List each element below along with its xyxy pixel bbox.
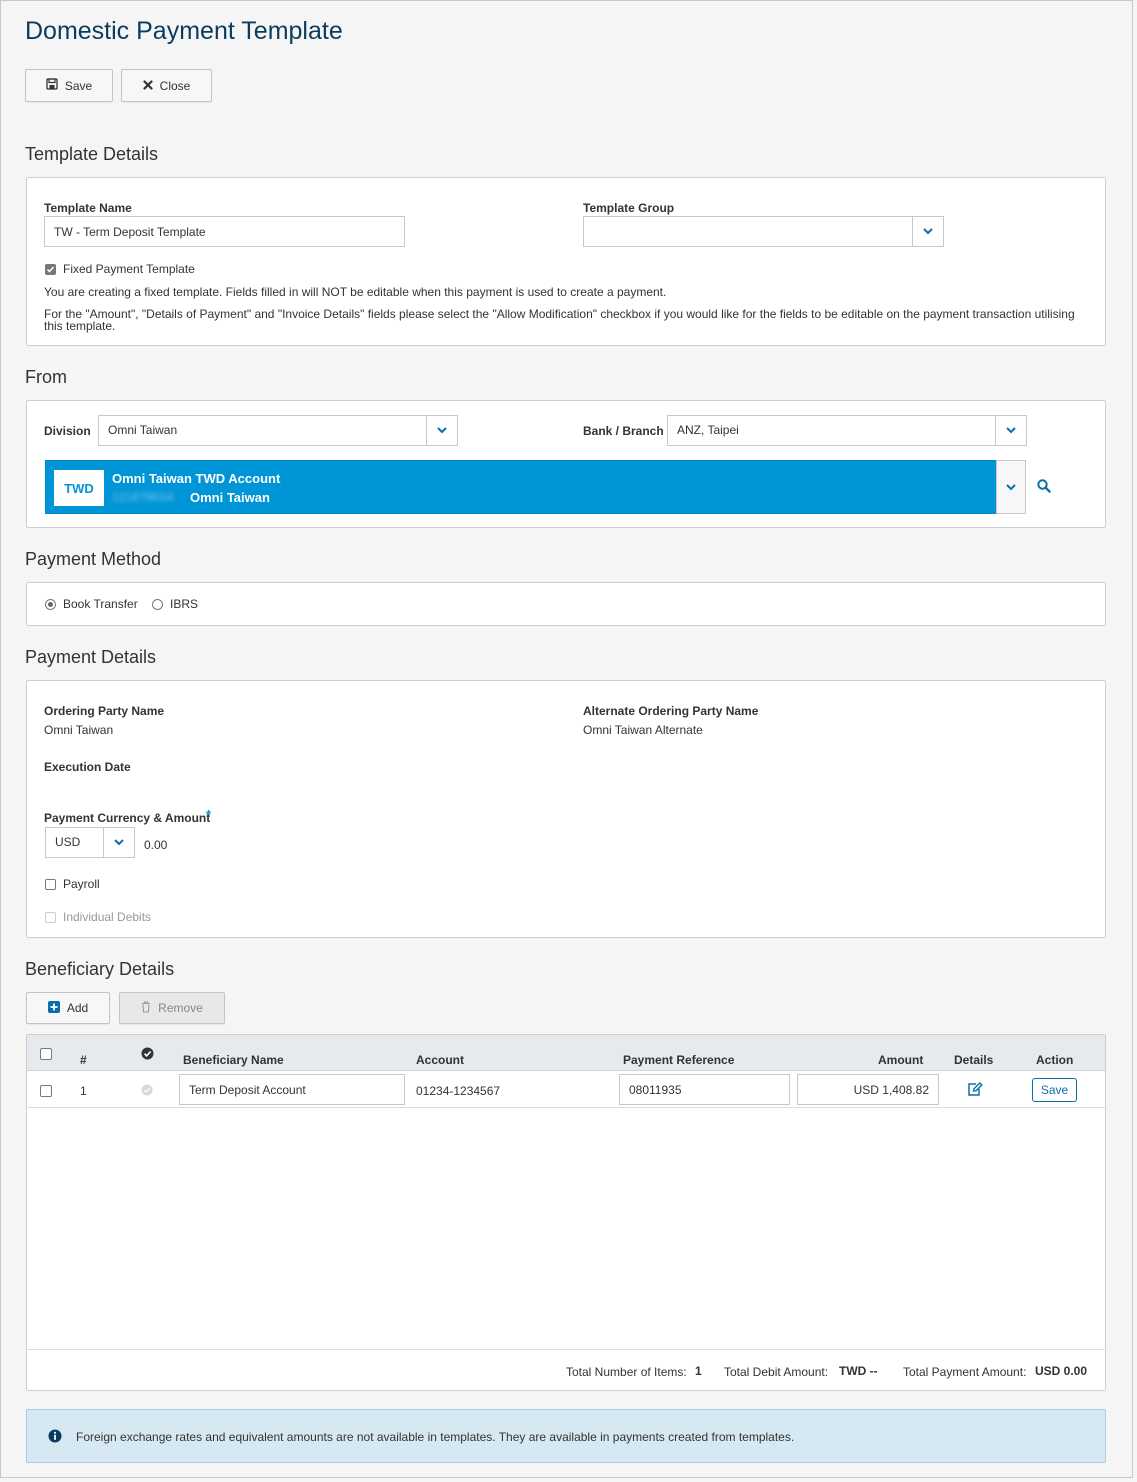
payment-reference-input[interactable]: 08011935 [619,1074,790,1105]
footer-divider [27,1349,1105,1350]
page-title: Domestic Payment Template [25,17,343,45]
individual-debits-checkbox[interactable] [45,912,56,923]
beneficiary-details-heading: Beneficiary Details [25,959,175,979]
search-icon[interactable] [1037,479,1051,496]
col-payment-reference: Payment Reference [623,1053,735,1067]
chevron-down-icon[interactable] [426,416,457,445]
info-text: Foreign exchange rates and equivalent am… [76,1430,795,1444]
required-marker: * [206,807,212,822]
total-items-label: Total Number of Items: [566,1365,687,1379]
close-button[interactable]: Close [121,69,212,102]
execution-date-label: Execution Date [44,760,131,774]
account-name: Omni Taiwan TWD Account [112,471,281,486]
modification-note: For the "Amount", "Details of Payment" a… [44,307,1075,333]
payment-details-heading: Payment Details [25,647,157,667]
remove-label: Remove [158,1001,203,1015]
check-circle-icon [141,1047,154,1063]
trash-icon [141,1000,151,1016]
fixed-template-note: You are creating a fixed template. Field… [44,285,667,299]
bank-branch-label: Bank / Branch [583,424,664,438]
book-transfer-radio[interactable] [45,599,56,610]
template-name-input[interactable]: TW - Term Deposit Template [44,216,405,247]
alt-ordering-party-value: Omni Taiwan Alternate [583,723,703,737]
select-all-checkbox[interactable] [40,1048,52,1060]
individual-debits-label: Individual Debits [63,910,152,924]
row-save-button[interactable]: Save [1032,1078,1077,1102]
check-circle-icon [141,1084,153,1099]
book-transfer-label: Book Transfer [63,597,138,611]
template-group-label: Template Group [583,201,675,215]
from-heading: From [25,367,67,387]
row-divider [27,1107,1105,1108]
edit-icon[interactable] [967,1082,983,1099]
bank-branch-select[interactable]: ANZ, Taipei [667,415,1027,446]
col-details: Details [954,1053,994,1067]
total-items-value: 1 [695,1364,702,1378]
chevron-down-icon[interactable] [912,217,943,246]
row-account: 01234-1234567 [416,1084,501,1098]
row-num: 1 [80,1084,87,1098]
save-button[interactable]: Save [25,69,113,102]
account-selector[interactable]: TWD Omni Taiwan TWD Account 1218796S4 Om… [45,460,1026,514]
account-currency-badge: TWD [54,470,104,506]
division-value: Omni Taiwan [108,423,178,437]
currency-amount-label: Payment Currency & Amount [44,811,211,825]
chevron-down-icon[interactable] [103,828,134,857]
add-label: Add [66,1001,89,1015]
page-frame: Domestic Payment Template Save Close Tem… [0,0,1133,1478]
currency-value: USD [55,835,81,849]
payment-details-panel [26,680,1106,938]
close-label: Close [159,78,191,93]
template-name-label: Template Name [44,201,132,215]
amount-input[interactable]: USD 1,408.82 [797,1074,939,1105]
ordering-party-value: Omni Taiwan [44,723,114,737]
row-checkbox[interactable] [40,1085,52,1097]
account-owner: Omni Taiwan [190,490,270,505]
division-label: Division [44,424,91,438]
template-details-heading: Template Details [25,144,159,164]
currency-select[interactable]: USD [45,827,135,858]
save-icon [46,78,58,93]
ibrs-label: IBRS [170,597,199,611]
remove-beneficiary-button[interactable]: Remove [119,992,225,1024]
total-debit-label: Total Debit Amount: [724,1365,829,1379]
col-amount: Amount [878,1053,924,1067]
close-icon [143,79,153,93]
ordering-party-label: Ordering Party Name [44,704,165,718]
col-num: # [80,1053,87,1067]
payroll-checkbox[interactable] [45,879,56,890]
template-group-select[interactable] [583,216,944,247]
beneficiary-name-input[interactable]: Term Deposit Account [179,1074,405,1105]
total-debit-value: TWD -- [839,1364,878,1378]
division-select[interactable]: Omni Taiwan [98,415,458,446]
amount-value: 0.00 [144,838,168,852]
payroll-label: Payroll [63,877,100,891]
total-payment-label: Total Payment Amount: [903,1365,1027,1379]
save-label: Save [64,78,93,93]
add-beneficiary-button[interactable]: Add [26,992,110,1024]
fixed-template-checkbox[interactable] [45,264,56,275]
fixed-template-label: Fixed Payment Template [63,262,195,276]
col-beneficiary-name: Beneficiary Name [183,1053,284,1067]
payment-method-heading: Payment Method [25,549,162,569]
bank-branch-value: ANZ, Taipei [677,423,739,437]
info-icon [48,1429,62,1446]
col-action: Action [1036,1053,1074,1067]
alt-ordering-party-label: Alternate Ordering Party Name [583,704,759,718]
account-number: 1218796S4 [112,490,174,504]
ibrs-radio[interactable] [152,599,163,610]
chevron-down-icon[interactable] [995,416,1026,445]
col-account: Account [416,1053,464,1067]
chevron-down-icon[interactable] [996,460,1026,514]
total-payment-value: USD 0.00 [1035,1364,1088,1378]
plus-icon [47,1000,60,1016]
